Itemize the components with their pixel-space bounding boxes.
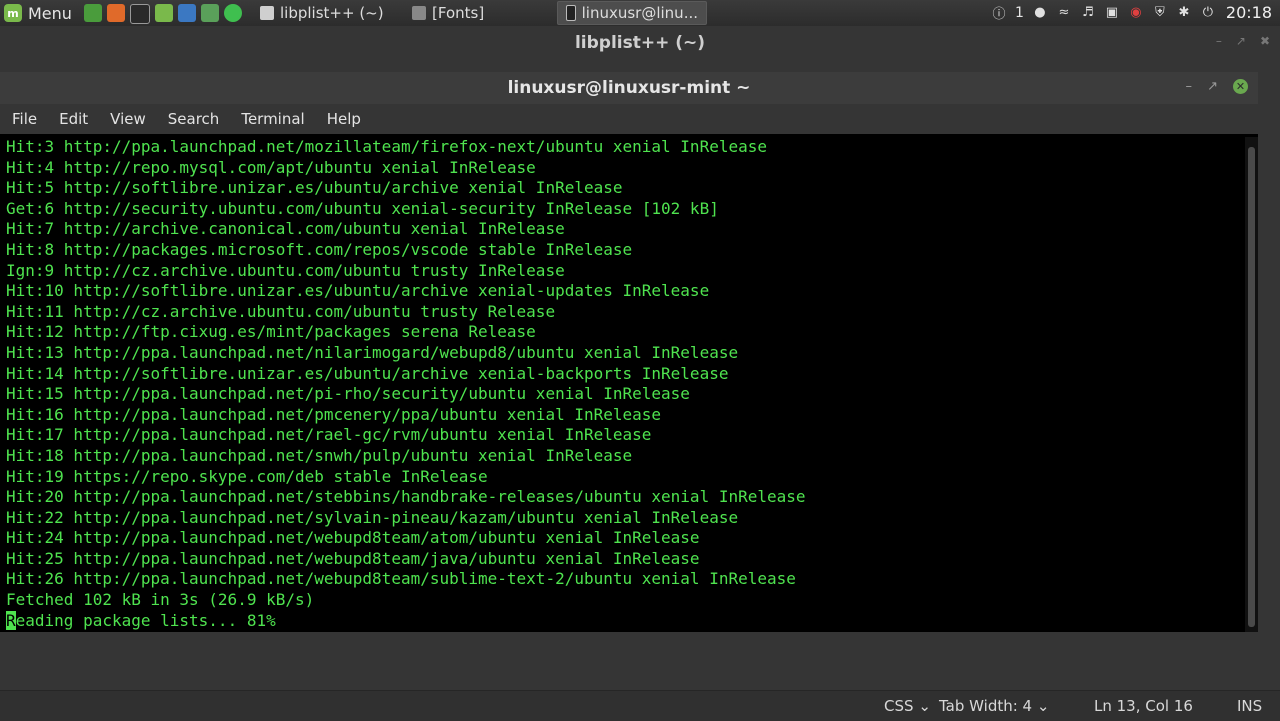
terminal-line: Hit:17 http://ppa.launchpad.net/rael-gc/…: [6, 425, 652, 445]
maximize-icon[interactable]: ↗: [1236, 34, 1246, 48]
terminal-icon: [566, 5, 576, 21]
close-icon[interactable]: ✕: [1233, 79, 1248, 94]
task-libplist[interactable]: libplist++ (~): [252, 1, 402, 25]
terminal-line: Hit:16 http://ppa.launchpad.net/pmcenery…: [6, 404, 662, 424]
shield-icon[interactable]: ⛨: [1152, 5, 1168, 21]
menu-search[interactable]: Search: [156, 110, 230, 128]
terminal-line: Hit:18 http://ppa.launchpad.net/snwh/pul…: [6, 445, 633, 465]
user-icon[interactable]: ●: [1032, 5, 1048, 21]
progress-text: eading package lists... 81%: [15, 610, 276, 630]
tab-width-selector[interactable]: Tab Width: 4 ⌄: [939, 697, 1049, 715]
show-desktop-icon[interactable]: [84, 4, 102, 22]
menu-button[interactable]: m Menu: [4, 2, 72, 24]
insert-mode: INS: [1237, 697, 1263, 715]
terminal-menubar: File Edit View Search Terminal Help: [0, 104, 1258, 134]
minimize-icon[interactable]: –: [1216, 34, 1222, 48]
terminal-line: Hit:11 http://cz.archive.ubuntu.com/ubun…: [6, 301, 556, 321]
menu-help[interactable]: Help: [315, 110, 371, 128]
terminal-line: Ign:9 http://cz.archive.ubuntu.com/ubunt…: [6, 260, 565, 280]
terminal-line: Hit:4 http://repo.mysql.com/apt/ubuntu x…: [6, 157, 536, 177]
quick-launchers: [84, 4, 242, 24]
terminal-output[interactable]: Hit:3 http://ppa.launchpad.net/mozillate…: [0, 137, 1245, 632]
firefox-icon[interactable]: [107, 4, 125, 22]
top-panel: m Menu libplist++ (~) [Fonts] linuxusr@l…: [0, 0, 1280, 27]
files-icon[interactable]: [155, 4, 173, 22]
menu-terminal[interactable]: Terminal: [229, 110, 314, 128]
terminal-line: Hit:13 http://ppa.launchpad.net/nilarimo…: [6, 342, 739, 362]
python-icon[interactable]: [178, 4, 196, 22]
mint-logo-icon: m: [4, 4, 22, 22]
editor-icon: [260, 6, 274, 20]
terminal-line: Hit:12 http://ftp.cixug.es/mint/packages…: [6, 322, 536, 342]
removable-drive-icon[interactable]: ▣: [1104, 5, 1120, 21]
terminal-line: Hit:25 http://ppa.launchpad.net/webupd8t…: [6, 548, 700, 568]
task-fonts[interactable]: [Fonts]: [404, 1, 554, 25]
clock[interactable]: 20:18: [1226, 3, 1272, 22]
terminal-line: Hit:14 http://softlibre.unizar.es/ubuntu…: [6, 363, 729, 383]
language-label: CSS: [884, 697, 914, 715]
task-label: linuxusr@linu...: [581, 4, 698, 22]
bluetooth-icon[interactable]: ✱: [1176, 5, 1192, 21]
workspace-number[interactable]: 1: [1015, 5, 1024, 21]
terminal-line: Hit:3 http://ppa.launchpad.net/mozillate…: [6, 137, 767, 156]
terminal-line: Hit:5 http://softlibre.unizar.es/ubuntu/…: [6, 178, 623, 198]
app-icon[interactable]: [224, 4, 242, 22]
task-terminal[interactable]: linuxusr@linu...: [557, 1, 707, 25]
editor-statusbar: CSS ⌄ Tab Width: 4 ⌄ Ln 13, Col 16 INS: [0, 690, 1280, 721]
tab-width-label: Tab Width: 4: [939, 697, 1033, 715]
cursor-position: Ln 13, Col 16: [1094, 697, 1193, 715]
scrollbar-thumb[interactable]: [1248, 147, 1255, 627]
task-label: libplist++ (~): [280, 4, 384, 22]
terminal-line: Get:6 http://security.ubuntu.com/ubuntu …: [6, 198, 719, 218]
terminal-title: linuxusr@linuxusr-mint ~: [0, 72, 1258, 104]
chevron-down-icon: ⌄: [918, 697, 931, 715]
terminal-line: Hit:26 http://ppa.launchpad.net/webupd8t…: [6, 569, 796, 589]
language-selector[interactable]: CSS ⌄: [884, 697, 931, 715]
notification-icon[interactable]: ⓘ: [991, 5, 1007, 22]
terminal-window: linuxusr@linuxusr-mint ~ – ↗ ✕ File Edit…: [0, 72, 1258, 632]
terminal-line: Fetched 102 kB in 3s (26.9 kB/s): [6, 590, 315, 610]
close-icon[interactable]: ✖: [1260, 34, 1270, 48]
terminal-line: Hit:7 http://archive.canonical.com/ubunt…: [6, 219, 565, 239]
terminal-line: Hit:15 http://ppa.launchpad.net/pi-rho/s…: [6, 384, 690, 404]
volume-icon[interactable]: ♬: [1080, 5, 1096, 21]
menu-view[interactable]: View: [98, 110, 156, 128]
settings-icon[interactable]: [201, 4, 219, 22]
system-tray: ⓘ 1 ● ≈ ♬ ▣ ◉ ⛨ ✱ ⏻ 20:18: [991, 3, 1272, 22]
folder-icon: [412, 6, 426, 20]
chevron-down-icon: ⌄: [1036, 697, 1050, 715]
menu-edit[interactable]: Edit: [47, 110, 98, 128]
editor-window-controls: – ↗ ✖: [1216, 34, 1270, 48]
maximize-icon[interactable]: ↗: [1207, 79, 1218, 94]
minimize-icon[interactable]: –: [1186, 79, 1193, 94]
terminal-line: Hit:24 http://ppa.launchpad.net/webupd8t…: [6, 528, 700, 548]
terminal-prompt-line: Reading package lists... 81%: [6, 610, 1245, 632]
record-icon[interactable]: ◉: [1128, 5, 1144, 21]
terminal-icon[interactable]: [130, 4, 150, 24]
wifi-icon[interactable]: ≈: [1056, 5, 1072, 21]
terminal-line: Hit:8 http://packages.microsoft.com/repo…: [6, 239, 633, 259]
terminal-line: Hit:20 http://ppa.launchpad.net/stebbins…: [6, 487, 806, 507]
menu-file[interactable]: File: [0, 110, 47, 128]
power-icon[interactable]: ⏻: [1200, 5, 1216, 21]
menu-label: Menu: [28, 3, 72, 23]
terminal-line: Hit:19 https://repo.skype.com/deb stable…: [6, 466, 488, 486]
editor-title: libplist++ (~): [574, 33, 706, 53]
terminal-scrollbar[interactable]: [1245, 137, 1258, 632]
terminal-line: Hit:22 http://ppa.launchpad.net/sylvain-…: [6, 507, 739, 527]
task-label: [Fonts]: [432, 4, 485, 22]
terminal-line: Hit:10 http://softlibre.unizar.es/ubuntu…: [6, 281, 710, 301]
text-cursor: R: [6, 610, 16, 630]
